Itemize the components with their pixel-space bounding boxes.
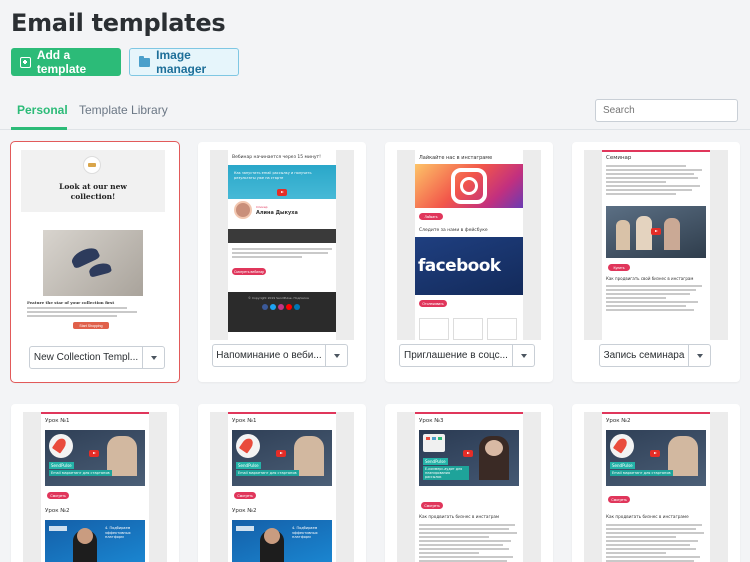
webinar-banner: Как запустить email рассылку и получить … xyxy=(228,165,336,243)
facebook-banner: facebook xyxy=(415,237,523,295)
preview-heading: Урок №1 xyxy=(232,418,257,424)
add-template-button[interactable]: Add a template xyxy=(11,48,121,76)
banner-text-2: 4. Подбираем эффективных платформ xyxy=(105,526,131,539)
watch-button: Смотреть xyxy=(421,502,443,509)
watch-button: Смотреть xyxy=(47,492,69,499)
preview-heading: Урок №2 xyxy=(606,418,631,424)
shoes-photo xyxy=(43,230,143,296)
avatar xyxy=(234,201,252,219)
template-preview[interactable]: Лайкайте нас в инстаграме Лайкать Следит… xyxy=(397,150,541,340)
brand-label: SendPulse xyxy=(236,462,261,469)
card-actions: New Collection Templ... xyxy=(29,346,165,369)
preview-heading-2: Следите за нами в фейсбуке xyxy=(419,228,488,233)
card-actions: Приглашение в соцс... xyxy=(399,344,535,367)
tab-template-library[interactable]: Template Library xyxy=(79,103,168,117)
lesson-banner: SendPulse Email маркетинг для стартапов xyxy=(606,430,706,486)
brand-label: SendPulse xyxy=(610,462,635,469)
active-tab-indicator xyxy=(11,127,67,130)
chevron-down-icon xyxy=(520,353,527,358)
folder-icon xyxy=(139,56,151,67)
banner-text-2: 4. Подбираем эффективных платформ xyxy=(292,526,318,539)
template-preview[interactable]: Урок №1 SendPulse Email маркетинг для ст… xyxy=(210,412,354,562)
instagram-logo-icon xyxy=(415,164,523,208)
banner-text: Email маркетинг для стартапов xyxy=(49,470,112,476)
preview-heading: Семинар xyxy=(606,155,632,161)
template-preview[interactable]: Look at our new collection! Feature the … xyxy=(21,150,165,332)
banner-text: Как запустить email рассылку и получить … xyxy=(234,171,312,180)
template-preview[interactable]: Урок №2 SendPulse Email маркетинг для ст… xyxy=(584,412,728,562)
preview-heading-2: Урок №2 xyxy=(232,508,257,514)
banner-text: Email маркетинг для стартапов xyxy=(236,470,299,476)
preview-headline: Look at our new collection! xyxy=(59,182,127,201)
page-title: Email templates xyxy=(11,9,226,37)
template-card-lesson-2[interactable]: Урок №2 SendPulse Email маркетинг для ст… xyxy=(572,404,740,562)
preview-subheading: Как продвигать бизнес в инстаграме xyxy=(606,514,689,519)
template-menu-button[interactable] xyxy=(143,346,165,369)
preview-heading-2: Урок №2 xyxy=(45,508,70,514)
chevron-down-icon xyxy=(150,355,157,360)
like-button: Лайкать xyxy=(419,213,443,220)
card-actions: Запись семинара xyxy=(599,344,711,367)
preview-heading: Вебинар начинается через 15 минут! xyxy=(232,155,321,160)
template-name-button[interactable]: Напоминание о веби... xyxy=(212,344,326,367)
template-card-social-invite[interactable]: Лайкайте нас в инстаграме Лайкать Следит… xyxy=(385,142,553,382)
speaker-name: Алина Дыкуха xyxy=(256,210,298,216)
template-name-button[interactable]: Запись семинара xyxy=(599,344,689,367)
tab-personal[interactable]: Personal xyxy=(17,103,68,117)
template-menu-button[interactable] xyxy=(689,344,711,367)
template-card-lesson-1[interactable]: Урок №1 SendPulse Email маркетинг для ст… xyxy=(11,404,179,562)
plus-icon xyxy=(20,56,31,68)
lesson-banner-2: 4. Подбираем эффективных платформ xyxy=(232,520,332,562)
template-card-seminar-recording[interactable]: Семинар Купить Как продвигать свой бизне… xyxy=(572,142,740,382)
preview-feature-text: Feature the star of your collection firs… xyxy=(27,300,115,305)
brand-logo-icon xyxy=(83,156,101,174)
preview-subheading: Как продвигать бизнес в инстаграм xyxy=(419,514,500,519)
follow-button: Отслеживать xyxy=(419,300,447,307)
lesson-banner: SendPulse Е-коммерс-аудит для планирован… xyxy=(419,430,519,486)
banner-text: Email маркетинг для стартапов xyxy=(610,470,673,476)
template-preview[interactable]: Урок №1 SendPulse Email маркетинг для ст… xyxy=(23,412,167,562)
chevron-down-icon xyxy=(696,353,703,358)
banner-text: Е-коммерс-аудит для планирования рассыло… xyxy=(423,466,469,480)
preview-heading: Урок №3 xyxy=(419,418,444,424)
lesson-banner-2: 4. Подбираем эффективных платформ xyxy=(45,520,145,562)
preview-heading: Лайкайте нас в инстаграме xyxy=(419,155,493,161)
search-input[interactable] xyxy=(595,99,738,122)
watch-button: Смотреть xyxy=(234,492,256,499)
lesson-banner: SendPulse Email маркетинг для стартапов xyxy=(45,430,145,486)
template-preview[interactable]: Семинар Купить Как продвигать свой бизне… xyxy=(584,150,728,340)
template-menu-button[interactable] xyxy=(326,344,348,367)
preview-heading: Урок №1 xyxy=(45,418,70,424)
template-name-button[interactable]: New Collection Templ... xyxy=(29,346,143,369)
image-manager-label: Image manager xyxy=(156,48,207,76)
speaker-role: Спикер xyxy=(256,205,268,209)
watch-button: Смотреть xyxy=(608,496,630,503)
chevron-down-icon xyxy=(333,353,340,358)
preview-subheading: Как продвигать свой бизнес в инстаграм xyxy=(606,276,694,281)
brand-label: SendPulse xyxy=(49,462,74,469)
brand-label: SendPulse xyxy=(423,458,448,465)
template-preview[interactable]: Вебинар начинается через 15 минут! Как з… xyxy=(210,150,354,340)
card-actions: Напоминание о веби... xyxy=(212,344,348,367)
seminar-photo xyxy=(606,206,706,258)
template-name-button[interactable]: Приглашение в соцс... xyxy=(399,344,513,367)
buy-button: Купить xyxy=(608,264,630,271)
template-card-webinar-reminder[interactable]: Вебинар начинается через 15 минут! Как з… xyxy=(198,142,366,382)
image-manager-button[interactable]: Image manager xyxy=(129,48,239,76)
watch-webinar-button: Смотреть вебинар xyxy=(232,268,266,275)
template-menu-button[interactable] xyxy=(513,344,535,367)
template-card-new-collection[interactable]: Look at our new collection! Feature the … xyxy=(10,141,180,383)
start-shopping-button: Start Shopping xyxy=(73,322,109,329)
template-card-lesson-3[interactable]: Урок №3 SendPulse Е-коммерс-аудит для пл… xyxy=(385,404,553,562)
lesson-banner: SendPulse Email маркетинг для стартапов xyxy=(232,430,332,486)
footer-text: © Copyright 2019 SendPulse. Подписка xyxy=(248,296,309,300)
footer-block: © Copyright 2019 SendPulse. Подписка xyxy=(228,292,336,332)
facebook-logo: facebook xyxy=(418,256,501,276)
template-preview[interactable]: Урок №3 SendPulse Е-коммерс-аудит для пл… xyxy=(397,412,541,562)
template-card-lesson-1-copy[interactable]: Урок №1 SendPulse Email маркетинг для ст… xyxy=(198,404,366,562)
add-template-label: Add a template xyxy=(36,48,87,76)
